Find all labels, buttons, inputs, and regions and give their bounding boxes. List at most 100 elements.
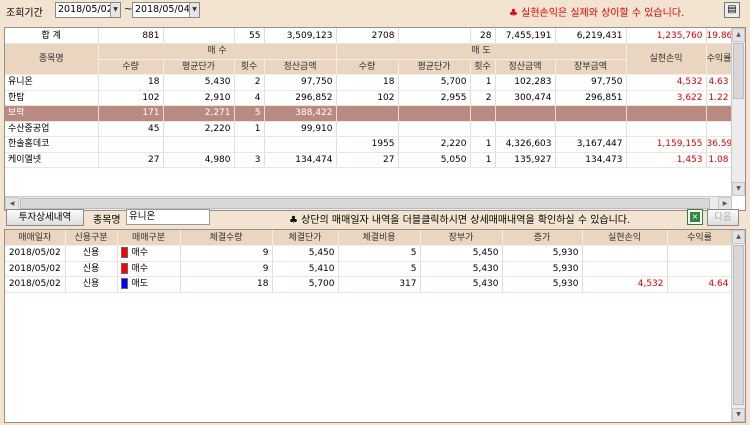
cell-pl: [626, 121, 707, 137]
cell-rate: [667, 245, 733, 262]
summary-row[interactable]: 한탑 102 2,910 4 296,852 102 2,955 2 300,474 296,85…: [5, 90, 733, 106]
total-label: 합 계: [5, 28, 99, 44]
total-buy-settle: 3,509,123: [264, 28, 337, 44]
next-button[interactable]: 다음: [707, 209, 739, 226]
cell-sell-avg: 2,955: [398, 90, 471, 106]
col-sell-qty: 수량: [336, 59, 399, 75]
cell-qty: 9: [180, 261, 273, 277]
cell-pl: [582, 261, 668, 277]
summary-row[interactable]: 수산중공업 45 2,220 1 99,910: [5, 121, 733, 137]
col-stock: 종목명: [5, 43, 99, 75]
cell-rate: [706, 105, 733, 122]
col-buy-avg: 평균단가: [163, 59, 235, 75]
summary-grid: 합 계 881 55 3,509,123 2708 28 7,455,191 6…: [4, 27, 746, 211]
detail-row[interactable]: 2018/05/02 신용 매도 18 5,700 317 5,430 5,930 4,532 4…: [5, 276, 733, 293]
period-label: 조회기간: [6, 8, 43, 19]
scroll-thumb[interactable]: [20, 198, 710, 209]
col-buy-settle: 정산금액: [264, 59, 337, 75]
col-sell-group: 매 도: [336, 43, 627, 60]
cell-pl: 1,159,155: [626, 136, 707, 153]
col-book: 장부금액: [555, 59, 627, 75]
total-row[interactable]: 합 계 881 55 3,509,123 2708 28 7,455,191 6…: [5, 28, 733, 44]
cell-book: [555, 105, 627, 122]
trade-type-label: 매수: [131, 263, 149, 274]
total-sell-qty: 2708: [336, 28, 399, 44]
scroll-thumb[interactable]: [733, 245, 744, 405]
total-sell-settle: 7,455,191: [495, 28, 556, 44]
cell-sell-qty: 1955: [336, 136, 399, 153]
scroll-down-icon[interactable]: ▼: [732, 182, 745, 196]
stock-name-input[interactable]: 유니온: [126, 209, 210, 225]
cell-buy-settle: 99,910: [264, 121, 337, 137]
calendar-dropdown-icon[interactable]: ▼: [189, 3, 199, 17]
cell-pl: [626, 105, 707, 122]
cell-price: 5,410: [272, 261, 339, 277]
summary-row[interactable]: 한솔홈데코 1955 2,220 1 4,326,603 3,167,447 1,159,1…: [5, 136, 733, 153]
cell-name: 케이엘넷: [5, 152, 99, 168]
scroll-up-icon[interactable]: ▲: [732, 28, 745, 42]
col-buy-qty: 수량: [98, 59, 164, 75]
cell-sell-avg: [398, 121, 471, 137]
cell-qty: 18: [180, 276, 273, 293]
cell-credit: 신용: [65, 245, 118, 262]
cell-pl: 3,622: [626, 90, 707, 106]
cell-buy-qty: [98, 136, 164, 153]
trade-type-color-icon: [120, 247, 128, 259]
summary-row[interactable]: 케이엘넷 27 4,980 3 134,474 27 5,050 1 135,927 134,47…: [5, 152, 733, 168]
total-buy-count: 55: [234, 28, 265, 44]
col-trade-date: 매매일자: [5, 230, 66, 246]
print-icon[interactable]: ▤: [724, 2, 740, 18]
summary-vertical-scrollbar[interactable]: ▲ ▼: [731, 28, 745, 196]
cell-book: [555, 121, 627, 137]
cell-buy-avg: 2,220: [163, 121, 235, 137]
cell-sell-qty: 18: [336, 74, 399, 91]
cell-date: 2018/05/02: [5, 261, 66, 277]
col-buy-count: 횟수: [234, 59, 265, 75]
cell-cash: 5,930: [502, 276, 583, 293]
cell-sell-avg: 5,050: [398, 152, 471, 168]
scroll-thumb[interactable]: [733, 43, 744, 99]
summary-row[interactable]: 보락 171 2,271 5 388,422: [5, 105, 733, 122]
cell-cash: 5,930: [502, 245, 583, 262]
date-to-value: 2018/05/04: [135, 4, 190, 15]
total-sell-count: 28: [470, 28, 496, 44]
cell-name: 한탑: [5, 90, 99, 106]
detail-vertical-scrollbar[interactable]: ▲ ▼: [731, 230, 745, 422]
cell-qty: 9: [180, 245, 273, 262]
cell-buy-qty: 27: [98, 152, 164, 168]
cell-sell-qty: [336, 121, 399, 137]
trade-type-label: 매도: [131, 279, 149, 290]
detail-row[interactable]: 2018/05/02 신용 매수 9 5,450 5 5,450 5,930: [5, 245, 733, 262]
cell-buy-qty: 171: [98, 105, 164, 122]
calendar-dropdown-icon[interactable]: ▼: [110, 3, 120, 17]
cell-buy-qty: 18: [98, 74, 164, 91]
cell-credit: 신용: [65, 261, 118, 277]
summary-horizontal-scrollbar[interactable]: ◀ ▶: [5, 196, 732, 210]
cell-sell-count: [470, 121, 496, 137]
date-from-input[interactable]: 2018/05/02 ▼: [55, 2, 121, 18]
cell-book: 5,430: [420, 276, 503, 293]
cell-rate: 1.08: [706, 152, 733, 168]
cell-sell-count: 1: [470, 136, 496, 153]
cell-book: 5,430: [420, 261, 503, 277]
detail-row[interactable]: 2018/05/02 신용 매수 9 5,410 5 5,430 5,930: [5, 261, 733, 277]
summary-row[interactable]: 유니온 18 5,430 2 97,750 18 5,700 1 102,283 97,750 4,…: [5, 74, 733, 91]
cell-rate: [667, 261, 733, 277]
cell-buy-qty: 45: [98, 121, 164, 137]
date-to-input[interactable]: 2018/05/04 ▼: [132, 2, 200, 18]
col-exec-qty: 체결수량: [180, 230, 273, 246]
col-return-rate: 수익률: [706, 43, 733, 75]
scroll-down-icon[interactable]: ▼: [732, 408, 745, 422]
cell-book: 3,167,447: [555, 136, 627, 153]
col-exec-cost: 체결비용: [338, 230, 421, 246]
cell-buy-settle: 134,474: [264, 152, 337, 168]
col-book-price: 장부가: [420, 230, 503, 246]
cell-buy-avg: 2,271: [163, 105, 235, 122]
scroll-up-icon[interactable]: ▲: [732, 230, 745, 244]
cell-sell-settle: 4,326,603: [495, 136, 556, 153]
cell-sell-qty: [336, 105, 399, 122]
total-sell-avg: [398, 28, 471, 44]
total-buy-avg: [163, 28, 235, 44]
invest-detail-button[interactable]: 투자상세내역: [6, 209, 84, 226]
excel-export-icon[interactable]: ×: [687, 209, 703, 225]
